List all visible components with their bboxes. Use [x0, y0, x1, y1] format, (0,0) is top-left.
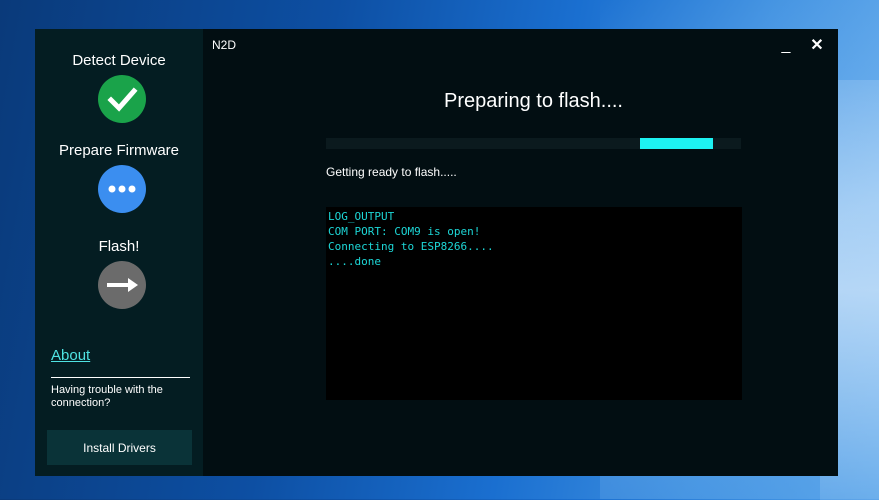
app-window: Detect Device Prepare Firmware Flash! Ab… — [35, 29, 838, 476]
ellipsis-icon — [98, 165, 146, 213]
close-button[interactable]: ✕ — [807, 35, 827, 55]
divider — [51, 377, 190, 378]
sidebar: Detect Device Prepare Firmware Flash! Ab… — [35, 29, 203, 476]
log-line: Connecting to ESP8266.... — [328, 240, 494, 253]
trouble-text: Having trouble with the connection? — [51, 384, 163, 409]
step-label-flash: Flash! — [98, 238, 140, 255]
log-output: LOG_OUTPUT COM PORT: COM9 is open! Conne… — [326, 207, 742, 400]
progress-fill — [640, 138, 714, 149]
app-title: N2D — [212, 38, 237, 52]
log-line: COM PORT: COM9 is open! — [328, 225, 481, 238]
step-label-prepare-firmware: Prepare Firmware — [58, 142, 180, 159]
progress-bar — [326, 138, 741, 149]
check-icon — [98, 75, 146, 123]
log-line: LOG_OUTPUT — [328, 210, 395, 223]
log-line: ....done — [328, 255, 381, 268]
minimize-button[interactable]: _ — [778, 35, 794, 55]
step-label-detect-device: Detect Device — [72, 52, 166, 69]
page-title: Preparing to flash.... — [444, 90, 623, 112]
install-drivers-button[interactable]: Install Drivers — [47, 430, 192, 465]
about-link[interactable]: About — [51, 347, 90, 364]
main-panel: N2D _ ✕ Preparing to flash.... Getting r… — [203, 29, 838, 476]
status-text: Getting ready to flash..... — [326, 165, 457, 179]
arrow-right-icon — [98, 261, 146, 309]
